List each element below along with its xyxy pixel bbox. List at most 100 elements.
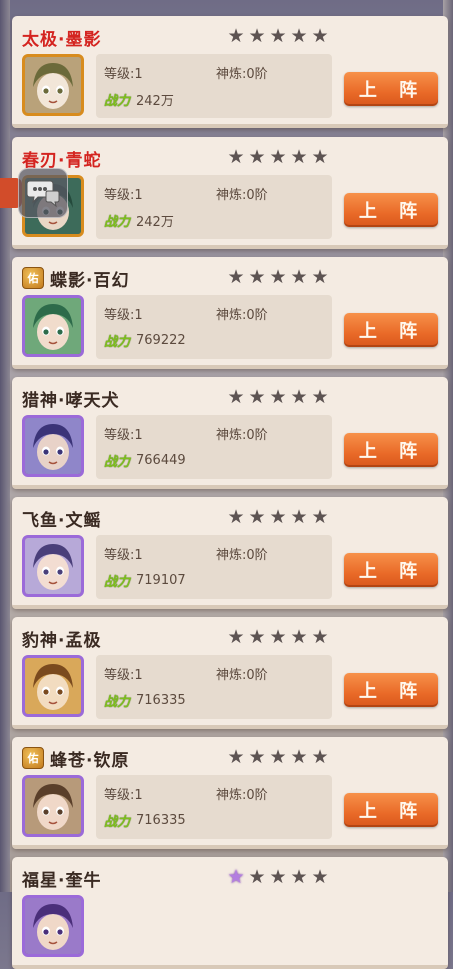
hero-name-row: 飞鱼·文鳐	[22, 507, 102, 531]
hero-portrait[interactable]	[22, 775, 84, 837]
star-icon: ★	[290, 866, 308, 888]
power-label: 战力	[104, 695, 131, 710]
power-label: 战力	[104, 815, 131, 830]
hero-level: 等级:1	[104, 63, 143, 82]
hero-stats-panel: 等级:1 神炼:0阶战力 242万	[96, 54, 332, 118]
forge-label: 神炼:	[216, 788, 247, 803]
star-icon: ★	[290, 506, 308, 528]
hero-stats-panel: 等级:1 神炼:0阶战力 769222	[96, 295, 332, 359]
star-icon: ★	[227, 866, 245, 888]
hero-forge: 神炼:0阶	[216, 63, 268, 82]
hero-portrait[interactable]	[22, 54, 84, 116]
hero-name: 猎神·哮天犬	[22, 390, 120, 411]
hero-stats-panel: 等级:1 神炼:0阶 战力 716335	[96, 655, 332, 719]
star-icon: ★	[269, 266, 287, 288]
deploy-button[interactable]: 上 阵	[344, 433, 438, 467]
forge-label: 神炼:	[216, 188, 247, 203]
hero-stats-panel: 等级:1 神炼:0阶战力 716335	[96, 775, 332, 839]
level-label: 等级:	[104, 788, 135, 803]
deploy-button[interactable]: 上 阵	[344, 673, 438, 707]
left-edge-decoration	[0, 0, 10, 892]
forge-value: 0阶	[246, 668, 268, 683]
blessed-badge-icon: 佑	[22, 267, 44, 289]
forge-label: 神炼:	[216, 67, 247, 82]
forge-label: 神炼:	[216, 668, 247, 683]
power-label: 战力	[104, 335, 131, 350]
star-rating: ★ ★ ★ ★ ★	[227, 25, 329, 47]
hero-card: 福星·奎牛 ★ ★ ★ ★ ★	[12, 857, 448, 969]
forge-value: 0阶	[246, 548, 268, 563]
level-label: 等级:	[104, 668, 135, 683]
hero-name: 太极·墨影	[22, 29, 102, 50]
level-value: 1	[134, 548, 143, 563]
deploy-button[interactable]: 上 阵	[344, 72, 438, 106]
hero-name: 蜂苍·钦原	[50, 750, 130, 771]
hero-power: 战力 242万	[104, 211, 174, 230]
level-label: 等级:	[104, 308, 135, 323]
star-rating: ★ ★ ★ ★ ★	[227, 146, 329, 168]
hero-name: 飞鱼·文鳐	[22, 510, 102, 531]
star-icon: ★	[269, 506, 287, 528]
star-icon: ★	[311, 146, 329, 168]
deploy-button[interactable]: 上 阵	[344, 193, 438, 227]
level-label: 等级:	[104, 548, 135, 563]
star-icon: ★	[311, 626, 329, 648]
deploy-button[interactable]: 上 阵	[344, 793, 438, 827]
level-value: 1	[134, 668, 143, 683]
forge-value: 0阶	[246, 788, 268, 803]
hero-power: 战力 242万	[104, 90, 174, 109]
star-icon: ★	[311, 266, 329, 288]
power-label: 战力	[104, 215, 131, 230]
hero-portrait[interactable]	[22, 655, 84, 717]
level-value: 1	[134, 67, 143, 82]
hero-stats-panel: 等级:1 神炼:0阶 战力 242万	[96, 175, 332, 239]
hero-card: 春刃·青蛇 ★ ★ ★ ★ ★ 等级:1 神炼:0阶 战力 242万上 阵	[12, 137, 448, 249]
forge-value: 0阶	[246, 428, 268, 443]
star-rating: ★ ★ ★ ★ ★	[227, 266, 329, 288]
star-icon: ★	[227, 386, 245, 408]
deploy-button[interactable]: 上 阵	[344, 313, 438, 347]
power-value: 719107	[136, 573, 186, 588]
hero-portrait[interactable]	[22, 535, 84, 597]
hero-name-row: 福星·奎牛	[22, 867, 101, 891]
forge-value: 0阶	[246, 308, 268, 323]
star-icon: ★	[227, 266, 245, 288]
star-icon: ★	[311, 746, 329, 768]
level-value: 1	[134, 188, 143, 203]
star-icon: ★	[227, 626, 245, 648]
star-icon: ★	[311, 866, 329, 888]
hero-level: 等级:1	[104, 784, 143, 803]
hero-forge: 神炼:0阶	[216, 424, 268, 443]
star-icon: ★	[290, 25, 308, 47]
hero-power: 战力 769222	[104, 331, 186, 350]
star-rating: ★ ★ ★ ★ ★	[227, 506, 329, 528]
hero-name: 春刃·青蛇	[22, 150, 102, 171]
power-value: 242万	[136, 215, 174, 230]
hero-level: 等级:1	[104, 424, 143, 443]
hero-portrait[interactable]	[22, 415, 84, 477]
star-icon: ★	[269, 626, 287, 648]
hero-level: 等级:1	[104, 544, 143, 563]
hero-forge: 神炼:0阶	[216, 664, 268, 683]
hero-stats-panel: 等级:1 神炼:0阶战力 766449	[96, 415, 332, 479]
hero-name-row: 佑蜂苍·钦原	[22, 747, 130, 771]
chat-bubble-icon[interactable]	[18, 168, 68, 218]
hero-forge: 神炼:0阶	[216, 304, 268, 323]
hero-power: 战力 766449	[104, 451, 186, 470]
star-icon: ★	[290, 746, 308, 768]
star-rating: ★ ★ ★ ★ ★	[227, 626, 329, 648]
star-icon: ★	[248, 25, 266, 47]
hero-forge: 神炼:0阶	[216, 544, 268, 563]
power-value: 766449	[136, 453, 186, 468]
hero-card: 猎神·哮天犬 ★ ★ ★ ★ ★ 等级:1 神炼:0阶 战力 766449 上 阵	[12, 377, 448, 489]
hero-card: 佑蜂苍·钦原 ★ ★ ★ ★ ★ 等级:1 神炼:0阶战力 716335 上 阵	[12, 737, 448, 849]
hero-level: 等级:1	[104, 304, 143, 323]
hero-portrait[interactable]	[22, 895, 84, 957]
hero-portrait[interactable]	[22, 295, 84, 357]
level-label: 等级:	[104, 428, 135, 443]
deploy-button[interactable]: 上 阵	[344, 553, 438, 587]
blessed-badge-icon: 佑	[22, 747, 44, 769]
star-icon: ★	[269, 146, 287, 168]
star-rating: ★ ★ ★ ★ ★	[227, 746, 329, 768]
power-value: 716335	[136, 813, 186, 828]
